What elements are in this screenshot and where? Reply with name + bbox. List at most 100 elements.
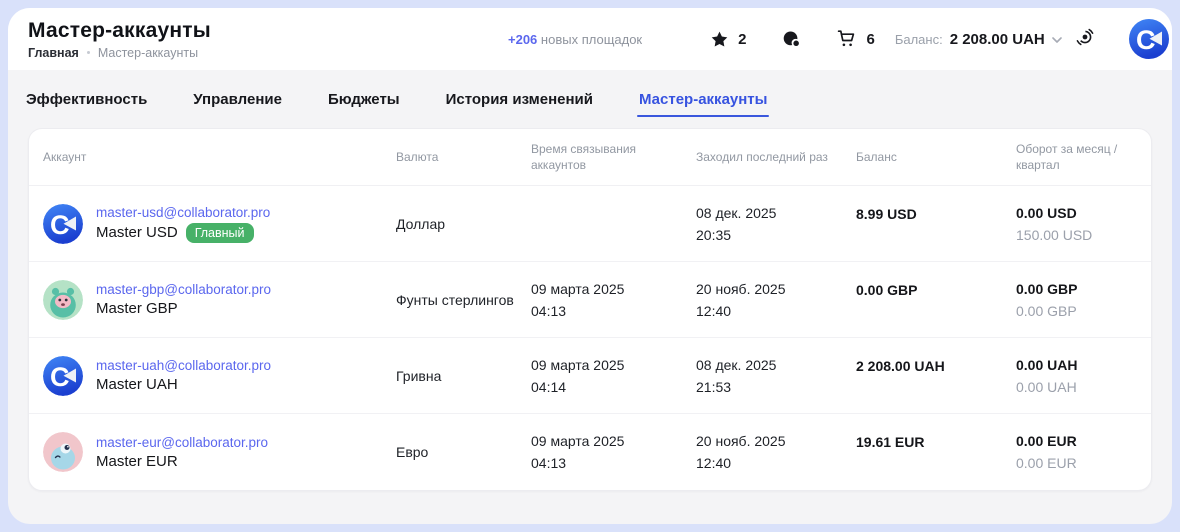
eye-visibility-icon bbox=[1074, 26, 1096, 53]
cart-button[interactable]: 6 bbox=[837, 29, 874, 49]
linked-time-cell: 09 марта 2025 04:13 bbox=[531, 278, 696, 322]
breadcrumb-separator-dot bbox=[87, 51, 90, 54]
account-name-line: Master UAH bbox=[96, 376, 271, 393]
turnover-quarter: 0.00 UAH bbox=[1016, 376, 1127, 398]
account-cell: master-eur@collaborator.pro Master EUR bbox=[43, 432, 396, 472]
topbar-counters: 2 6 bbox=[710, 29, 875, 49]
last-seen-date: 08 дек. 2025 bbox=[696, 202, 846, 224]
account-name: Master EUR bbox=[96, 453, 178, 470]
table-row: master-gbp@collaborator.pro Master GBP Ф… bbox=[29, 262, 1151, 338]
linked-time: 04:13 bbox=[531, 300, 686, 322]
turnover-cell: 0.00 EUR 0.00 EUR bbox=[1016, 430, 1137, 474]
balance-label: Баланс: bbox=[895, 32, 943, 47]
col-header-balance: Баланс bbox=[856, 149, 1016, 165]
linked-time: 04:14 bbox=[531, 376, 686, 398]
tab-management[interactable]: Управление bbox=[193, 91, 282, 108]
last-seen-date: 08 дек. 2025 bbox=[696, 354, 846, 376]
turnover-month: 0.00 UAH bbox=[1016, 354, 1127, 376]
chat-bubble-icon bbox=[782, 30, 801, 49]
breadcrumb-current: Мастер-аккаунты bbox=[98, 46, 198, 60]
profile-logo-button[interactable]: C bbox=[1129, 19, 1169, 59]
currency-cell: Фунты стерлингов bbox=[396, 289, 531, 311]
turnover-month: 0.00 USD bbox=[1016, 202, 1127, 224]
last-seen-cell: 20 нояб. 2025 12:40 bbox=[696, 430, 856, 474]
page-title: Мастер-аккаунты bbox=[28, 19, 508, 43]
tab-effectiveness[interactable]: Эффективность bbox=[26, 91, 147, 108]
col-header-account: Аккаунт bbox=[43, 149, 396, 165]
table-header-row: Аккаунт Валюта Время связывания аккаунто… bbox=[29, 129, 1151, 186]
last-seen-cell: 08 дек. 2025 21:53 bbox=[696, 354, 856, 398]
account-text: master-usd@collaborator.pro Master USD Г… bbox=[96, 205, 270, 243]
tab-history[interactable]: История изменений bbox=[446, 91, 593, 108]
new-platforms-count: +206 bbox=[508, 32, 537, 47]
account-name: Master GBP bbox=[96, 300, 178, 317]
account-email-link[interactable]: master-eur@collaborator.pro bbox=[96, 435, 268, 450]
balance-value: 2 208.00 UAH bbox=[950, 31, 1045, 48]
linked-time-cell: 09 марта 2025 04:13 bbox=[531, 430, 696, 474]
balance-dropdown[interactable]: Баланс: 2 208.00 UAH bbox=[895, 30, 1062, 48]
cart-count: 6 bbox=[866, 31, 874, 48]
linked-time: 04:13 bbox=[531, 452, 686, 474]
new-platforms-label: новых площадок bbox=[541, 32, 642, 47]
linked-time-cell: 09 марта 2025 04:14 bbox=[531, 354, 696, 398]
col-header-linked-time: Время связывания аккаунтов bbox=[531, 141, 696, 173]
star-icon bbox=[710, 30, 729, 49]
col-header-turnover: Оборот за месяц / квартал bbox=[1016, 141, 1137, 173]
balance-cell: 2 208.00 UAH bbox=[856, 338, 1016, 377]
account-cell: C master-uah@collaborator.pro Master UAH bbox=[43, 356, 396, 396]
turnover-month: 0.00 EUR bbox=[1016, 430, 1127, 452]
tab-master-accounts[interactable]: Мастер-аккаунты bbox=[639, 91, 767, 108]
currency-cell: Евро bbox=[396, 441, 531, 463]
collaborator-logo: C bbox=[1129, 19, 1169, 59]
table-row: C master-usd@collaborator.pro Master USD… bbox=[29, 186, 1151, 262]
table-row: master-eur@collaborator.pro Master EUR Е… bbox=[29, 414, 1151, 490]
app-window: Мастер-аккаунты Главная Мастер-аккаунты … bbox=[8, 8, 1172, 524]
breadcrumb-home-link[interactable]: Главная bbox=[28, 46, 79, 60]
account-name-line: Master USD Главный bbox=[96, 223, 270, 243]
last-seen-cell: 08 дек. 2025 20:35 bbox=[696, 202, 856, 246]
tab-bar: Эффективность Управление Бюджеты История… bbox=[8, 70, 1172, 128]
account-email-link[interactable]: master-uah@collaborator.pro bbox=[96, 358, 271, 373]
last-seen-time: 12:40 bbox=[696, 300, 846, 322]
turnover-quarter: 0.00 EUR bbox=[1016, 452, 1127, 474]
account-name-line: Master GBP bbox=[96, 300, 271, 317]
avatar-collaborator-logo: C bbox=[43, 204, 83, 244]
hide-balance-button[interactable] bbox=[1074, 26, 1096, 53]
linked-date: 09 марта 2025 bbox=[531, 430, 686, 452]
account-name-line: Master EUR bbox=[96, 453, 268, 470]
account-text: master-eur@collaborator.pro Master EUR bbox=[96, 435, 268, 470]
top-bar: Мастер-аккаунты Главная Мастер-аккаунты … bbox=[8, 8, 1172, 70]
avatar-collaborator-logo: C bbox=[43, 356, 83, 396]
last-seen-time: 12:40 bbox=[696, 452, 846, 474]
favorites-count: 2 bbox=[738, 31, 746, 48]
account-cell: master-gbp@collaborator.pro Master GBP bbox=[43, 280, 396, 320]
tab-budgets[interactable]: Бюджеты bbox=[328, 91, 400, 108]
currency-cell: Доллар bbox=[396, 213, 531, 235]
turnover-cell: 0.00 USD 150.00 USD bbox=[1016, 202, 1137, 246]
balance-cell: 0.00 GBP bbox=[856, 262, 1016, 301]
shopping-cart-icon bbox=[837, 29, 857, 49]
balance-cell: 8.99 USD bbox=[856, 186, 1016, 225]
linked-date: 09 марта 2025 bbox=[531, 278, 686, 300]
title-block: Мастер-аккаунты Главная Мастер-аккаунты bbox=[28, 19, 508, 60]
last-seen-time: 20:35 bbox=[696, 224, 846, 246]
account-email-link[interactable]: master-usd@collaborator.pro bbox=[96, 205, 270, 220]
last-seen-time: 21:53 bbox=[696, 376, 846, 398]
turnover-cell: 0.00 UAH 0.00 UAH bbox=[1016, 354, 1137, 398]
account-email-link[interactable]: master-gbp@collaborator.pro bbox=[96, 282, 271, 297]
breadcrumb: Главная Мастер-аккаунты bbox=[28, 46, 508, 60]
account-name: Master UAH bbox=[96, 376, 178, 393]
turnover-month: 0.00 GBP bbox=[1016, 278, 1127, 300]
messages-button[interactable] bbox=[782, 30, 801, 49]
avatar-monster-green bbox=[43, 280, 83, 320]
main-account-badge: Главный bbox=[186, 223, 254, 243]
favorites-button[interactable]: 2 bbox=[710, 30, 746, 49]
turnover-quarter: 150.00 USD bbox=[1016, 224, 1127, 246]
account-name: Master USD bbox=[96, 224, 178, 241]
last-seen-date: 20 нояб. 2025 bbox=[696, 430, 846, 452]
col-header-last-seen: Заходил последний раз bbox=[696, 149, 856, 165]
balance-cell: 19.61 EUR bbox=[856, 414, 1016, 453]
avatar-monster-blue bbox=[43, 432, 83, 472]
account-text: master-gbp@collaborator.pro Master GBP bbox=[96, 282, 271, 317]
new-platforms-link[interactable]: +206 новых площадок bbox=[508, 32, 642, 47]
